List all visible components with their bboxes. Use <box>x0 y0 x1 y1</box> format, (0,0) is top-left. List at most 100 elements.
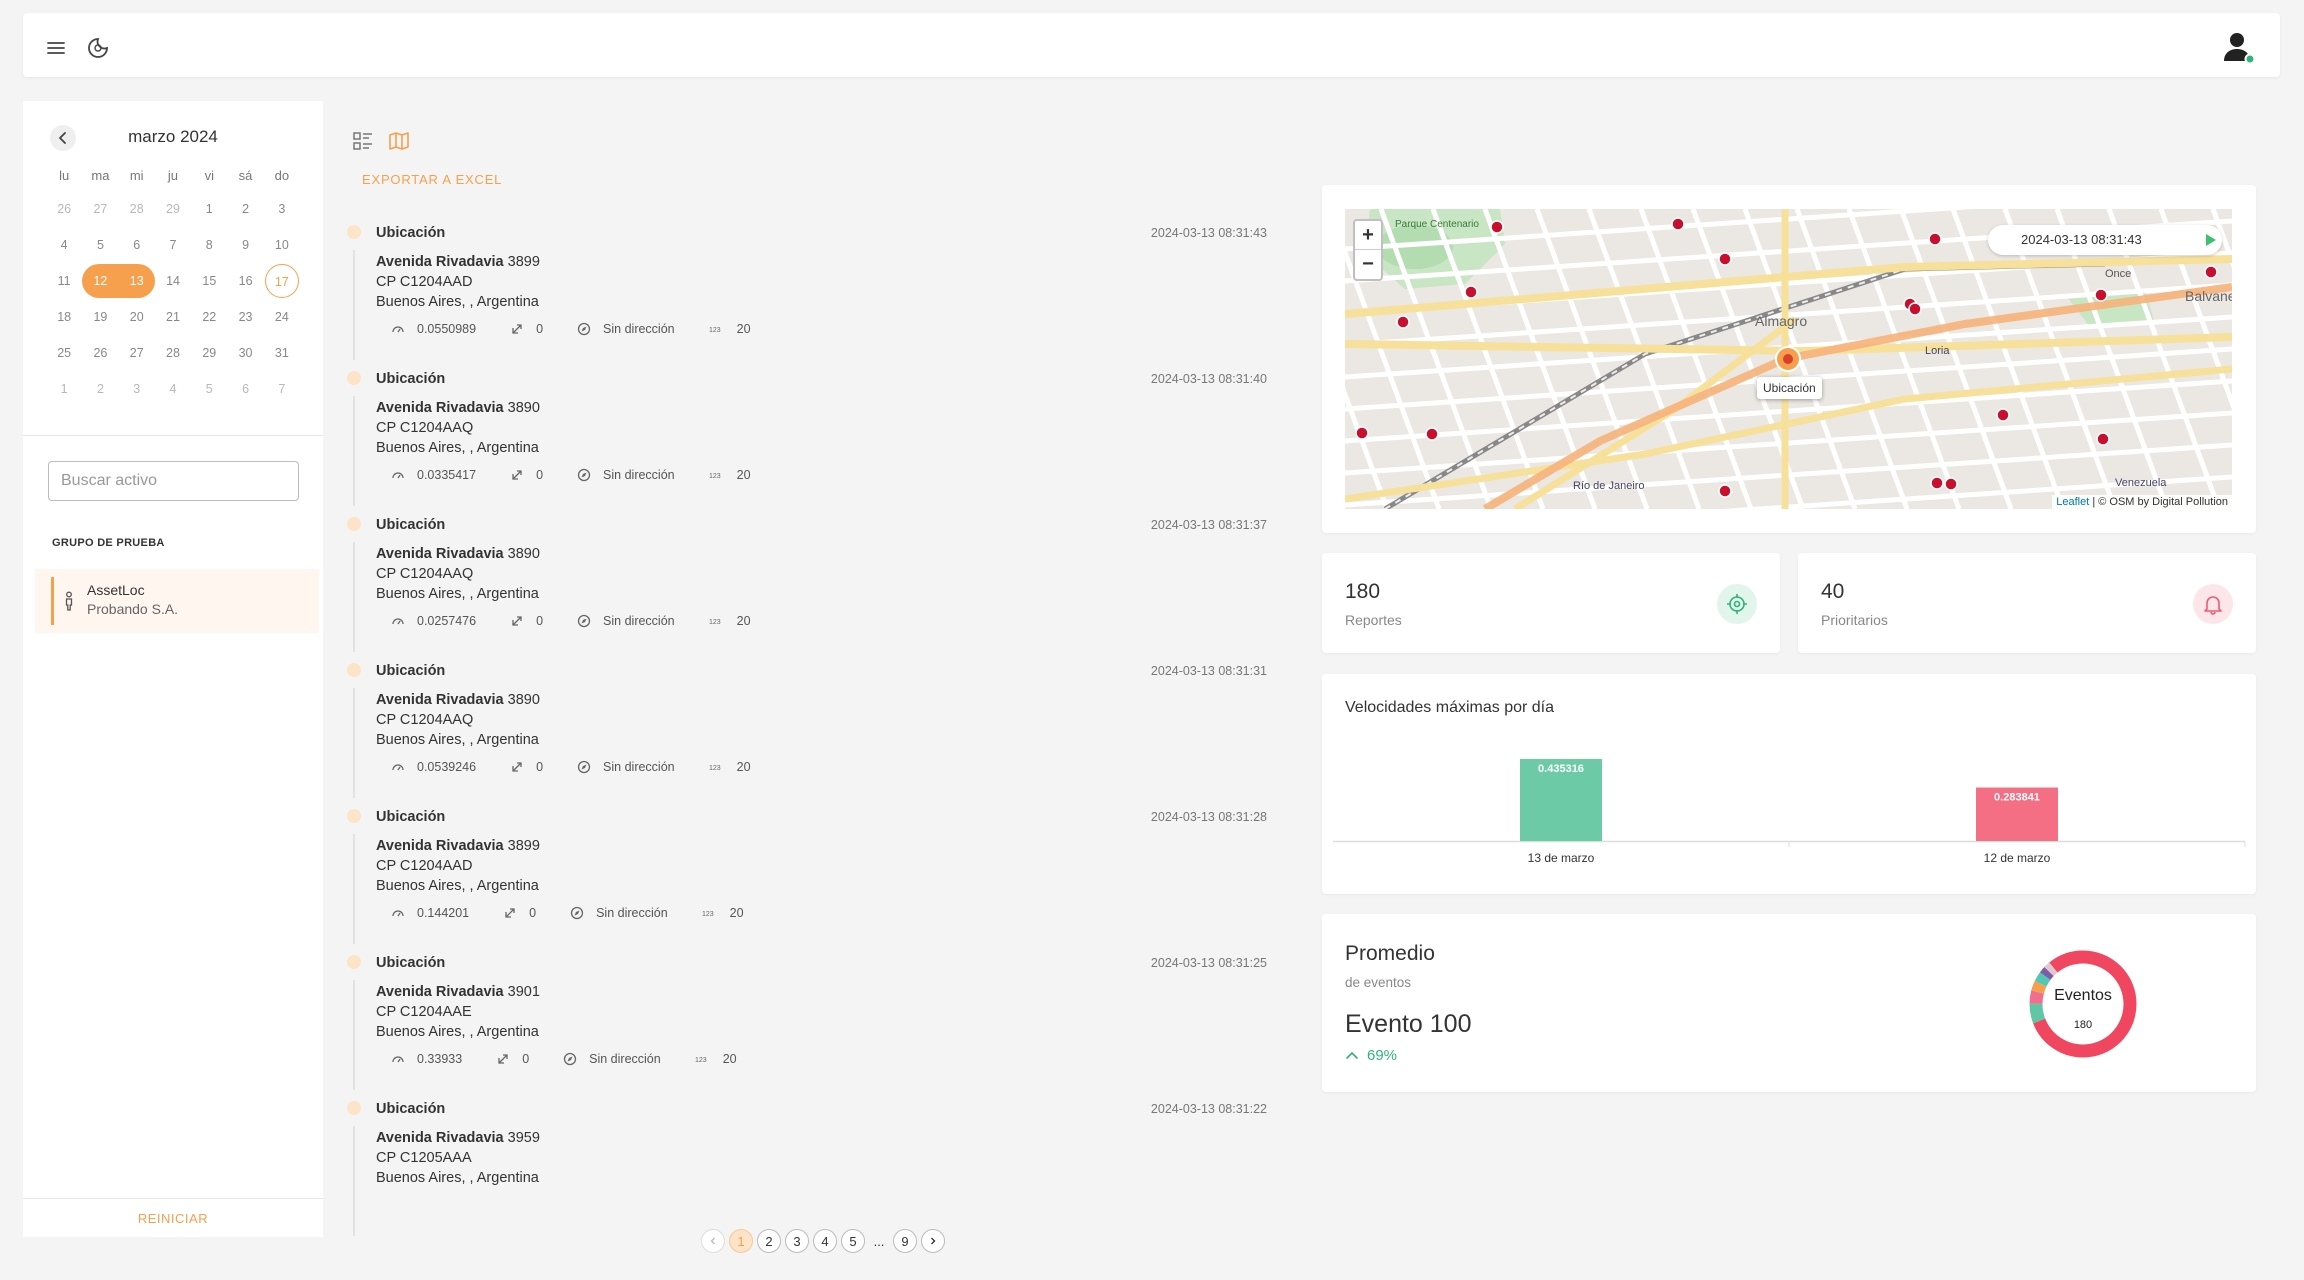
compass-icon <box>570 906 584 920</box>
event-item[interactable]: Ubicación 2024-03-13 08:31:28 Avenida Riva… <box>345 804 1267 950</box>
priority-value: 40 <box>1821 580 1845 603</box>
calendar-day[interactable]: 28 <box>155 336 191 370</box>
calendar-day[interactable]: 23 <box>227 300 263 334</box>
calendar-day[interactable]: 24 <box>264 300 300 334</box>
search-asset-input[interactable] <box>48 461 299 501</box>
calendar-day[interactable]: 2 <box>82 372 118 406</box>
page-button[interactable]: 2 <box>757 1229 781 1253</box>
calendar-day[interactable]: 4 <box>46 228 82 262</box>
calendar-day[interactable]: 26 <box>46 192 82 226</box>
calendar-day[interactable]: 29 <box>155 192 191 226</box>
events-donut-chart: Eventos 180 <box>2029 950 2137 1058</box>
calendar-day[interactable]: 9 <box>227 228 263 262</box>
city: Buenos Aires, , Argentina <box>376 294 539 310</box>
calendar-day[interactable]: 30 <box>227 336 263 370</box>
prev-page-icon[interactable] <box>701 1229 725 1253</box>
calendar-day[interactable]: 4 <box>155 372 191 406</box>
event-address: Avenida Rivadavia 3890 CP C1204AAQ Buenos … <box>376 544 540 604</box>
page-button[interactable]: 9 <box>893 1229 917 1253</box>
event-item[interactable]: Ubicación 2024-03-13 08:31:37 Avenida Riva… <box>345 512 1267 658</box>
calendar-day[interactable]: 6 <box>119 228 155 262</box>
event-dot <box>347 663 361 677</box>
page-button[interactable]: 4 <box>813 1229 837 1253</box>
event-satellites: 20 <box>722 1052 737 1066</box>
event-item[interactable]: Ubicación 2024-03-13 08:31:22 Avenida Riva… <box>345 1096 1267 1242</box>
speedometer-icon <box>392 764 404 771</box>
calendar-day[interactable]: 11 <box>46 264 82 298</box>
calendar-day[interactable]: 8 <box>191 228 227 262</box>
page-button[interactable]: 1 <box>729 1229 753 1253</box>
map-label-once: Once <box>2105 268 2131 280</box>
event-item[interactable]: Ubicación 2024-03-13 08:31:43 Avenida Riva… <box>345 220 1267 366</box>
calendar-day[interactable]: 3 <box>119 372 155 406</box>
calendar-day[interactable]: 18 <box>46 300 82 334</box>
asset-name: AssetLoc <box>87 582 145 598</box>
calendar-day[interactable]: 12 <box>82 264 119 298</box>
calendar-day[interactable]: 21 <box>155 300 191 334</box>
calendar-day[interactable]: 17 <box>264 264 299 298</box>
compass-icon <box>577 322 591 336</box>
calendar-day[interactable]: 26 <box>82 336 118 370</box>
calendar-day[interactable]: 20 <box>119 300 155 334</box>
leaflet-link[interactable]: Leaflet <box>2056 496 2089 508</box>
calendar-day[interactable]: 27 <box>82 192 118 226</box>
map-marker <box>1996 408 2010 422</box>
play-icon[interactable] <box>2201 231 2219 254</box>
calendar-day[interactable]: 1 <box>46 372 82 406</box>
page-button[interactable]: 5 <box>841 1229 865 1253</box>
calendar-day[interactable]: 3 <box>264 192 300 226</box>
calendar-day[interactable]: 27 <box>119 336 155 370</box>
calendar-day[interactable]: 1 <box>191 192 227 226</box>
calendar-day[interactable]: 31 <box>264 336 300 370</box>
timeline-line <box>353 1126 355 1236</box>
hamburger-icon[interactable] <box>43 35 69 61</box>
reports-label: Reportes <box>1345 612 1402 628</box>
pagination: 1 2 3 4 5... 9 <box>701 1229 949 1253</box>
map-marker <box>1671 217 1685 231</box>
page-button[interactable]: 3 <box>785 1229 809 1253</box>
map-view-icon[interactable] <box>388 130 410 152</box>
calendar-day[interactable]: 7 <box>264 372 300 406</box>
list-view-icon[interactable] <box>352 130 374 152</box>
calendar-prev-button[interactable] <box>50 125 76 151</box>
calendar-day[interactable]: 29 <box>191 336 227 370</box>
map-marker <box>1355 426 1369 440</box>
calendar-day[interactable]: 25 <box>46 336 82 370</box>
calendar-day[interactable]: 5 <box>82 228 118 262</box>
calendar-day[interactable]: 15 <box>191 264 227 298</box>
map[interactable]: Almagro Balvanera Once Loria Venezuela R… <box>1345 209 2232 509</box>
event-direction: Sin dirección <box>603 322 675 336</box>
calendar-day[interactable]: 19 <box>82 300 118 334</box>
calendar-day[interactable]: 16 <box>227 264 263 298</box>
calendar-day[interactable]: 14 <box>155 264 191 298</box>
calendar-day[interactable]: 5 <box>191 372 227 406</box>
svg-text:123: 123 <box>709 765 721 772</box>
pagination-ellipsis: ... <box>873 1233 885 1249</box>
user-avatar-icon[interactable] <box>2221 29 2257 65</box>
moon-icon[interactable] <box>85 35 111 61</box>
heading-icon <box>512 616 522 626</box>
calendar-day[interactable]: 6 <box>227 372 263 406</box>
event-dot <box>347 955 361 969</box>
next-page-icon[interactable] <box>921 1229 945 1253</box>
event-heading: 0 <box>529 906 537 920</box>
event-item[interactable]: Ubicación 2024-03-13 08:31:25 Avenida Riva… <box>345 950 1267 1096</box>
calendar-day[interactable]: 22 <box>191 300 227 334</box>
calendar-day[interactable]: 10 <box>264 228 300 262</box>
calendar-day[interactable]: 2 <box>227 192 263 226</box>
postal-code: CP C1205AAA <box>376 1150 472 1166</box>
reset-button[interactable]: REINICIAR <box>23 1211 323 1226</box>
event-item[interactable]: Ubicación 2024-03-13 08:31:31 Avenida Riva… <box>345 658 1267 804</box>
zoom-out-button[interactable]: − <box>1355 250 1381 279</box>
calendar-day[interactable]: 28 <box>119 192 155 226</box>
target-icon <box>1717 584 1757 624</box>
street-number: 3890 <box>507 692 540 708</box>
event-item[interactable]: Ubicación 2024-03-13 08:31:40 Avenida Riva… <box>345 366 1267 512</box>
asset-list-item[interactable]: AssetLoc Probando S.A. <box>35 569 319 633</box>
export-excel-button[interactable]: EXPORTAR A EXCEL <box>362 172 502 187</box>
event-speed: 0.0257476 <box>417 614 477 628</box>
calendar-day[interactable]: 7 <box>155 228 191 262</box>
zoom-in-button[interactable]: + <box>1355 221 1381 250</box>
calendar-day[interactable]: 13 <box>118 264 155 298</box>
street: Avenida Rivadavia <box>376 254 504 270</box>
